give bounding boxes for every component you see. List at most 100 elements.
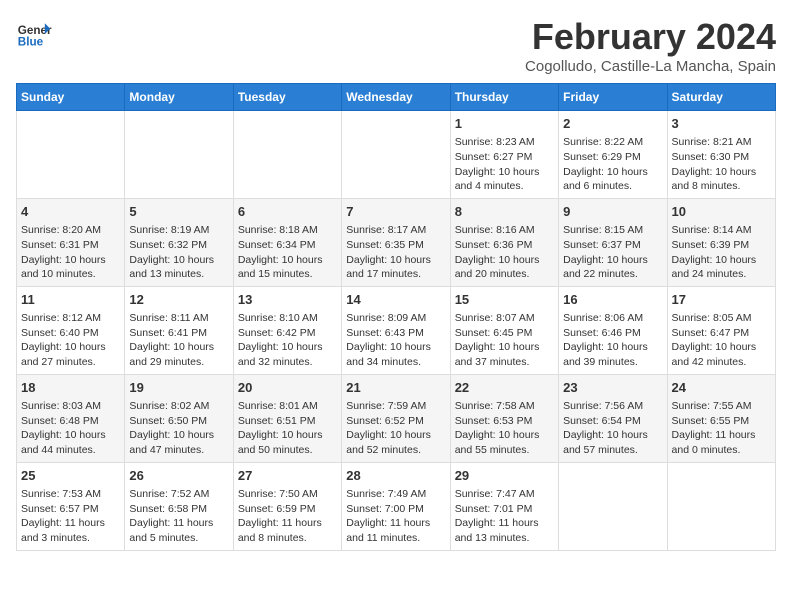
page-header: General Blue February 2024 Cogolludo, Ca… bbox=[16, 16, 776, 75]
day-info: Sunrise: 8:17 AM Sunset: 6:35 PM Dayligh… bbox=[346, 223, 445, 282]
day-number: 21 bbox=[346, 379, 445, 397]
header-day-friday: Friday bbox=[559, 84, 667, 111]
day-number: 20 bbox=[238, 379, 337, 397]
day-info: Sunrise: 7:59 AM Sunset: 6:52 PM Dayligh… bbox=[346, 399, 445, 458]
calendar-cell: 6 Sunrise: 8:18 AM Sunset: 6:34 PM Daylig… bbox=[233, 198, 341, 286]
day-number: 11 bbox=[21, 291, 120, 309]
day-number: 14 bbox=[346, 291, 445, 309]
header-day-tuesday: Tuesday bbox=[233, 84, 341, 111]
day-info: Sunrise: 8:01 AM Sunset: 6:51 PM Dayligh… bbox=[238, 399, 337, 458]
day-number: 27 bbox=[238, 467, 337, 485]
calendar-cell: 2Sunrise: 8:22 AM Sunset: 6:29 PM Daylig… bbox=[559, 111, 667, 199]
day-number: 13 bbox=[238, 291, 337, 309]
calendar-cell: 26 Sunrise: 7:52 AM Sunset: 6:58 PM Dayli… bbox=[125, 462, 233, 550]
day-info: Sunrise: 8:14 AM Sunset: 6:39 PM Dayligh… bbox=[672, 223, 771, 282]
calendar-header-row: SundayMondayTuesdayWednesdayThursdayFrid… bbox=[17, 84, 776, 111]
day-info: Sunrise: 8:22 AM Sunset: 6:29 PM Dayligh… bbox=[563, 135, 662, 194]
day-info: Sunrise: 8:11 AM Sunset: 6:41 PM Dayligh… bbox=[129, 311, 228, 370]
day-info: Sunrise: 7:50 AM Sunset: 6:59 PM Dayligh… bbox=[238, 487, 337, 546]
calendar-cell: 17 Sunrise: 8:05 AM Sunset: 6:47 PM Dayli… bbox=[667, 286, 775, 374]
calendar-cell: 23 Sunrise: 7:56 AM Sunset: 6:54 PM Dayli… bbox=[559, 374, 667, 462]
calendar-cell: 28 Sunrise: 7:49 AM Sunset: 7:00 PM Dayli… bbox=[342, 462, 450, 550]
day-number: 18 bbox=[21, 379, 120, 397]
calendar-cell: 12 Sunrise: 8:11 AM Sunset: 6:41 PM Dayli… bbox=[125, 286, 233, 374]
day-number: 8 bbox=[455, 203, 554, 221]
calendar-cell: 15Sunrise: 8:07 AM Sunset: 6:45 PM Dayli… bbox=[450, 286, 558, 374]
calendar-cell: 19 Sunrise: 8:02 AM Sunset: 6:50 PM Dayli… bbox=[125, 374, 233, 462]
calendar-week-row: 11 Sunrise: 8:12 AM Sunset: 6:40 PM Dayli… bbox=[17, 286, 776, 374]
day-info: Sunrise: 7:52 AM Sunset: 6:58 PM Dayligh… bbox=[129, 487, 228, 546]
calendar-cell: 9Sunrise: 8:15 AM Sunset: 6:37 PM Daylig… bbox=[559, 198, 667, 286]
day-info: Sunrise: 8:03 AM Sunset: 6:48 PM Dayligh… bbox=[21, 399, 120, 458]
calendar-cell: 11 Sunrise: 8:12 AM Sunset: 6:40 PM Dayli… bbox=[17, 286, 125, 374]
calendar-cell: 25Sunrise: 7:53 AM Sunset: 6:57 PM Dayli… bbox=[17, 462, 125, 550]
header-day-monday: Monday bbox=[125, 84, 233, 111]
day-number: 5 bbox=[129, 203, 228, 221]
calendar-cell: 16 Sunrise: 8:06 AM Sunset: 6:46 PM Dayli… bbox=[559, 286, 667, 374]
calendar-cell: 8 Sunrise: 8:16 AM Sunset: 6:36 PM Daylig… bbox=[450, 198, 558, 286]
calendar-cell: 3 Sunrise: 8:21 AM Sunset: 6:30 PM Daylig… bbox=[667, 111, 775, 199]
calendar-cell: 29 Sunrise: 7:47 AM Sunset: 7:01 PM Dayli… bbox=[450, 462, 558, 550]
calendar-week-row: 25Sunrise: 7:53 AM Sunset: 6:57 PM Dayli… bbox=[17, 462, 776, 550]
logo-icon: General Blue bbox=[16, 16, 52, 52]
calendar-cell bbox=[125, 111, 233, 199]
calendar-cell: 21 Sunrise: 7:59 AM Sunset: 6:52 PM Dayli… bbox=[342, 374, 450, 462]
page-subtitle: Cogolludo, Castille-La Mancha, Spain bbox=[525, 58, 776, 75]
day-info: Sunrise: 8:09 AM Sunset: 6:43 PM Dayligh… bbox=[346, 311, 445, 370]
day-info: Sunrise: 8:16 AM Sunset: 6:36 PM Dayligh… bbox=[455, 223, 554, 282]
day-number: 26 bbox=[129, 467, 228, 485]
calendar-cell bbox=[559, 462, 667, 550]
day-number: 4 bbox=[21, 203, 120, 221]
calendar-table: SundayMondayTuesdayWednesdayThursdayFrid… bbox=[16, 83, 776, 551]
header-day-saturday: Saturday bbox=[667, 84, 775, 111]
day-number: 3 bbox=[672, 115, 771, 133]
day-info: Sunrise: 7:47 AM Sunset: 7:01 PM Dayligh… bbox=[455, 487, 554, 546]
svg-text:Blue: Blue bbox=[18, 36, 44, 49]
calendar-week-row: 1 Sunrise: 8:23 AM Sunset: 6:27 PM Daylig… bbox=[17, 111, 776, 199]
calendar-cell: 18 Sunrise: 8:03 AM Sunset: 6:48 PM Dayli… bbox=[17, 374, 125, 462]
day-info: Sunrise: 8:18 AM Sunset: 6:34 PM Dayligh… bbox=[238, 223, 337, 282]
day-number: 6 bbox=[238, 203, 337, 221]
header-day-thursday: Thursday bbox=[450, 84, 558, 111]
day-number: 17 bbox=[672, 291, 771, 309]
day-number: 23 bbox=[563, 379, 662, 397]
calendar-cell: 22 Sunrise: 7:58 AM Sunset: 6:53 PM Dayli… bbox=[450, 374, 558, 462]
day-number: 28 bbox=[346, 467, 445, 485]
logo: General Blue bbox=[16, 16, 52, 52]
day-info: Sunrise: 7:49 AM Sunset: 7:00 PM Dayligh… bbox=[346, 487, 445, 546]
calendar-cell bbox=[17, 111, 125, 199]
day-info: Sunrise: 8:02 AM Sunset: 6:50 PM Dayligh… bbox=[129, 399, 228, 458]
calendar-cell: 20 Sunrise: 8:01 AM Sunset: 6:51 PM Dayli… bbox=[233, 374, 341, 462]
day-number: 10 bbox=[672, 203, 771, 221]
calendar-cell: 10 Sunrise: 8:14 AM Sunset: 6:39 PM Dayli… bbox=[667, 198, 775, 286]
day-info: Sunrise: 8:15 AM Sunset: 6:37 PM Dayligh… bbox=[563, 223, 662, 282]
day-number: 15 bbox=[455, 291, 554, 309]
day-info: Sunrise: 7:58 AM Sunset: 6:53 PM Dayligh… bbox=[455, 399, 554, 458]
calendar-cell bbox=[667, 462, 775, 550]
day-info: Sunrise: 8:05 AM Sunset: 6:47 PM Dayligh… bbox=[672, 311, 771, 370]
day-number: 19 bbox=[129, 379, 228, 397]
calendar-week-row: 18 Sunrise: 8:03 AM Sunset: 6:48 PM Dayli… bbox=[17, 374, 776, 462]
calendar-cell: 13Sunrise: 8:10 AM Sunset: 6:42 PM Dayli… bbox=[233, 286, 341, 374]
calendar-cell: 5 Sunrise: 8:19 AM Sunset: 6:32 PM Daylig… bbox=[125, 198, 233, 286]
page-title: February 2024 bbox=[525, 16, 776, 58]
day-info: Sunrise: 8:21 AM Sunset: 6:30 PM Dayligh… bbox=[672, 135, 771, 194]
header-day-wednesday: Wednesday bbox=[342, 84, 450, 111]
calendar-cell: 4 Sunrise: 8:20 AM Sunset: 6:31 PM Daylig… bbox=[17, 198, 125, 286]
calendar-cell: 27 Sunrise: 7:50 AM Sunset: 6:59 PM Dayli… bbox=[233, 462, 341, 550]
day-info: Sunrise: 8:23 AM Sunset: 6:27 PM Dayligh… bbox=[455, 135, 554, 194]
day-info: Sunrise: 8:20 AM Sunset: 6:31 PM Dayligh… bbox=[21, 223, 120, 282]
title-block: February 2024 Cogolludo, Castille-La Man… bbox=[525, 16, 776, 75]
day-info: Sunrise: 8:12 AM Sunset: 6:40 PM Dayligh… bbox=[21, 311, 120, 370]
day-number: 1 bbox=[455, 115, 554, 133]
day-number: 16 bbox=[563, 291, 662, 309]
day-number: 22 bbox=[455, 379, 554, 397]
day-number: 12 bbox=[129, 291, 228, 309]
day-info: Sunrise: 8:06 AM Sunset: 6:46 PM Dayligh… bbox=[563, 311, 662, 370]
day-info: Sunrise: 7:56 AM Sunset: 6:54 PM Dayligh… bbox=[563, 399, 662, 458]
day-number: 29 bbox=[455, 467, 554, 485]
calendar-cell: 1 Sunrise: 8:23 AM Sunset: 6:27 PM Daylig… bbox=[450, 111, 558, 199]
header-day-sunday: Sunday bbox=[17, 84, 125, 111]
calendar-cell bbox=[342, 111, 450, 199]
day-info: Sunrise: 8:19 AM Sunset: 6:32 PM Dayligh… bbox=[129, 223, 228, 282]
